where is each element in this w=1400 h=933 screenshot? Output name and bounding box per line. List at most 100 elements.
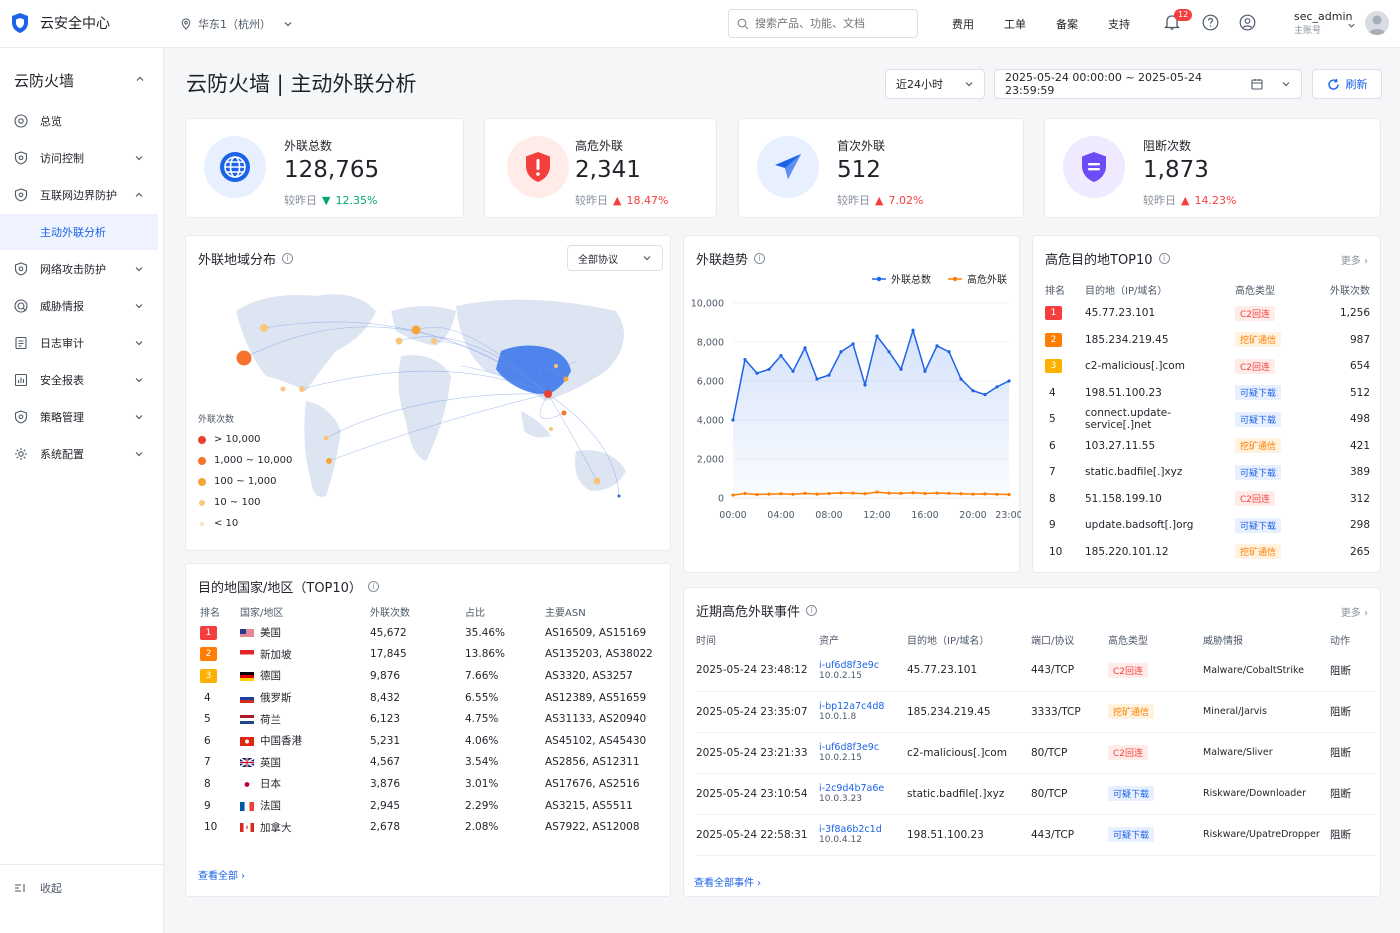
chevron-up-icon[interactable] [135, 74, 145, 84]
table-row[interactable]: 8 日本 3,876 3.01% AS17676, AS2516 [200, 773, 658, 795]
table-row[interactable]: 7 static.badfile[.]xyz 可疑下载 389 [1045, 459, 1370, 486]
action-block[interactable]: 阻断 [1330, 773, 1376, 814]
table-row[interactable]: 9 法国 2,945 2.29% AS3215, AS5511 [200, 795, 658, 817]
table-row[interactable]: 2 185.234.219.45 挖矿通信 987 [1045, 327, 1370, 354]
user-menu[interactable]: sec_admin 主账号 [1294, 10, 1353, 38]
dest-link[interactable]: connect.update-service[.]net [1085, 406, 1235, 433]
table-row[interactable]: 6 103.27.11.55 挖矿通信 421 [1045, 433, 1370, 460]
stat-compare: 较昨日 ▼ 12.35% [284, 192, 377, 208]
dest-link[interactable]: update.badsoft[.]org [1085, 512, 1235, 539]
user-chevron-down-icon[interactable] [1347, 21, 1356, 30]
asset-link[interactable]: i-2c9d4b7a6e [819, 783, 907, 794]
table-row[interactable]: 4 俄罗斯 8,432 6.55% AS12389, AS51659 [200, 687, 658, 709]
asset-cell: i-uf6d8f3e9c 10.0.2.15 [819, 732, 907, 773]
asset-link[interactable]: i-uf6d8f3e9c [819, 742, 907, 753]
info-icon[interactable]: i [1158, 253, 1170, 264]
table-row[interactable]: 2025-05-24 23:21:33 i-uf6d8f3e9c 10.0.2.1… [696, 732, 1376, 773]
sidebar-item-attack-protection[interactable]: 网络攻击防护 [0, 251, 158, 287]
dest-link[interactable]: 185.234.219.45 [1085, 327, 1235, 354]
risk-type-badge: C2回连 [1235, 491, 1276, 507]
table-row[interactable]: 2 新加坡 17,845 13.86% AS135203, AS38022 [200, 644, 658, 666]
global-search[interactable] [728, 9, 918, 38]
date-range-picker[interactable]: 2025-05-24 00:00:00 ~ 2025-05-24 23:59:5… [994, 69, 1302, 99]
table-row[interactable]: 2025-05-24 22:58:31 i-3f8a6b2c1d 10.0.4.1… [696, 814, 1376, 855]
risk-type-badge: 可疑下载 [1235, 385, 1282, 401]
dest-link[interactable]: static.badfile[.]xyz [1085, 459, 1235, 486]
table-row[interactable]: 1 45.77.23.101 C2回连 1,256 [1045, 300, 1370, 327]
region-selector[interactable]: 华东1（杭州） [180, 16, 293, 32]
collapse-icon [15, 884, 25, 892]
time-range-select[interactable]: 近24小时 [885, 69, 985, 99]
sidebar-item-access-control[interactable]: 访问控制 [0, 140, 158, 176]
sidebar-title[interactable]: 云防火墙 [14, 70, 74, 91]
rank-text: 7 [1049, 466, 1056, 479]
table-row[interactable]: 8 51.158.199.10 C2回连 312 [1045, 486, 1370, 513]
more-link[interactable]: 更多 › [1341, 604, 1368, 619]
table-row[interactable]: 9 update.badsoft[.]org 可疑下载 298 [1045, 512, 1370, 539]
asset-link[interactable]: i-bp12a7c4d8 [819, 701, 907, 712]
search-input[interactable] [755, 17, 905, 30]
nav-billing[interactable]: 费用 [952, 16, 974, 32]
asset-link[interactable]: i-uf6d8f3e9c [819, 660, 907, 671]
table-row[interactable]: 10 加拿大 2,678 2.08% AS7922, AS12008 [200, 816, 658, 838]
account-icon[interactable] [1239, 14, 1256, 31]
dest-link[interactable]: 51.158.199.10 [1085, 486, 1235, 513]
time-range-label: 近24小时 [896, 78, 943, 91]
nav-filing[interactable]: 备案 [1056, 16, 1078, 32]
trend-line-chart[interactable]: 外联总数 高危外联 10,000 8,000 6,000 4,000 2,000 0 00:00… [684, 266, 1021, 566]
table-row[interactable]: 10 185.220.101.12 挖矿通信 265 [1045, 539, 1370, 566]
refresh-icon [1327, 78, 1339, 90]
info-icon[interactable]: i [806, 605, 818, 616]
notification-button[interactable]: 12 [1163, 9, 1193, 31]
action-block[interactable]: 阻断 [1330, 732, 1376, 773]
protocol-select[interactable]: 全部协议 [567, 245, 663, 271]
dest-link[interactable]: 185.220.101.12 [1085, 539, 1235, 566]
table-row[interactable]: 2025-05-24 23:35:07 i-bp12a7c4d8 10.0.1.8… [696, 691, 1376, 732]
sidebar-item-log-audit[interactable]: 日志审计 [0, 325, 158, 361]
info-icon[interactable]: i [282, 253, 294, 264]
view-all-events-link[interactable]: 查看全部事件 › [694, 874, 761, 889]
asset-link[interactable]: i-3f8a6b2c1d [819, 824, 907, 835]
nav-support[interactable]: 支持 [1108, 16, 1130, 32]
table-row[interactable]: 4 198.51.100.23 可疑下载 512 [1045, 380, 1370, 407]
sidebar-item-security-report[interactable]: 安全报表 [0, 362, 158, 398]
sidebar-item-system-config[interactable]: 系统配置 [0, 436, 158, 472]
table-row[interactable]: 2025-05-24 23:10:54 i-2c9d4b7a6e 10.0.3.2… [696, 773, 1376, 814]
flag-jp-icon [240, 779, 254, 789]
rank-text: 6 [204, 734, 211, 747]
sidebar-item-overview[interactable]: 总览 [0, 103, 158, 139]
table-row[interactable]: 2025-05-24 23:48:12 i-uf6d8f3e9c 10.0.2.1… [696, 650, 1376, 691]
view-all-countries-link[interactable]: 查看全部 › [198, 867, 245, 882]
rank-text: 5 [204, 713, 211, 726]
table-row[interactable]: 3 c2-malicious[.]com C2回连 654 [1045, 353, 1370, 380]
more-link[interactable]: 更多 › [1341, 252, 1368, 267]
dest-link[interactable]: 198.51.100.23 [1085, 380, 1235, 407]
x-tick-label: 20:00 [959, 510, 986, 521]
action-block[interactable]: 阻断 [1330, 691, 1376, 732]
avatar[interactable] [1365, 11, 1389, 35]
sidebar-item-policy[interactable]: 策略管理 [0, 399, 158, 435]
action-block[interactable]: 阻断 [1330, 814, 1376, 855]
refresh-button[interactable]: 刷新 [1312, 69, 1382, 99]
info-icon[interactable]: i [367, 581, 379, 592]
table-row[interactable]: 3 德国 9,876 7.66% AS3320, AS3257 [200, 665, 658, 687]
action-block[interactable]: 阻断 [1330, 650, 1376, 691]
nav-ticket[interactable]: 工单 [1004, 16, 1026, 32]
table-row[interactable]: 1 美国 45,672 35.46% AS16509, AS15169 [200, 622, 658, 644]
dest-link[interactable]: 103.27.11.55 [1085, 433, 1235, 460]
sidebar-item-internet-boundary[interactable]: 互联网边界防护 [0, 177, 158, 213]
help-icon[interactable] [1202, 14, 1219, 31]
x-tick-label: 23:00 [995, 510, 1021, 521]
info-icon[interactable]: i [754, 253, 766, 264]
table-row[interactable]: 5 荷兰 6,123 4.75% AS31133, AS20940 [200, 708, 658, 730]
dest-link[interactable]: 45.77.23.101 [1085, 300, 1235, 327]
table-row[interactable]: 6 中国香港 5,231 4.06% AS45102, AS45430 [200, 730, 658, 752]
table-row[interactable]: 5 connect.update-service[.]net 可疑下载 498 [1045, 406, 1370, 433]
sidebar-item-threat-intel[interactable]: 威胁情报 [0, 288, 158, 324]
table-row[interactable]: 7 英国 4,567 3.54% AS2856, AS12311 [200, 752, 658, 774]
collapse-button[interactable]: 收起 [14, 880, 62, 896]
brand-logo[interactable]: 云安全中心 [10, 12, 110, 34]
sidebar-item-outbound-analysis[interactable]: 主动外联分析 [0, 214, 158, 250]
dest-link[interactable]: c2-malicious[.]com [1085, 353, 1235, 380]
rank-cell: 8 [200, 773, 240, 795]
